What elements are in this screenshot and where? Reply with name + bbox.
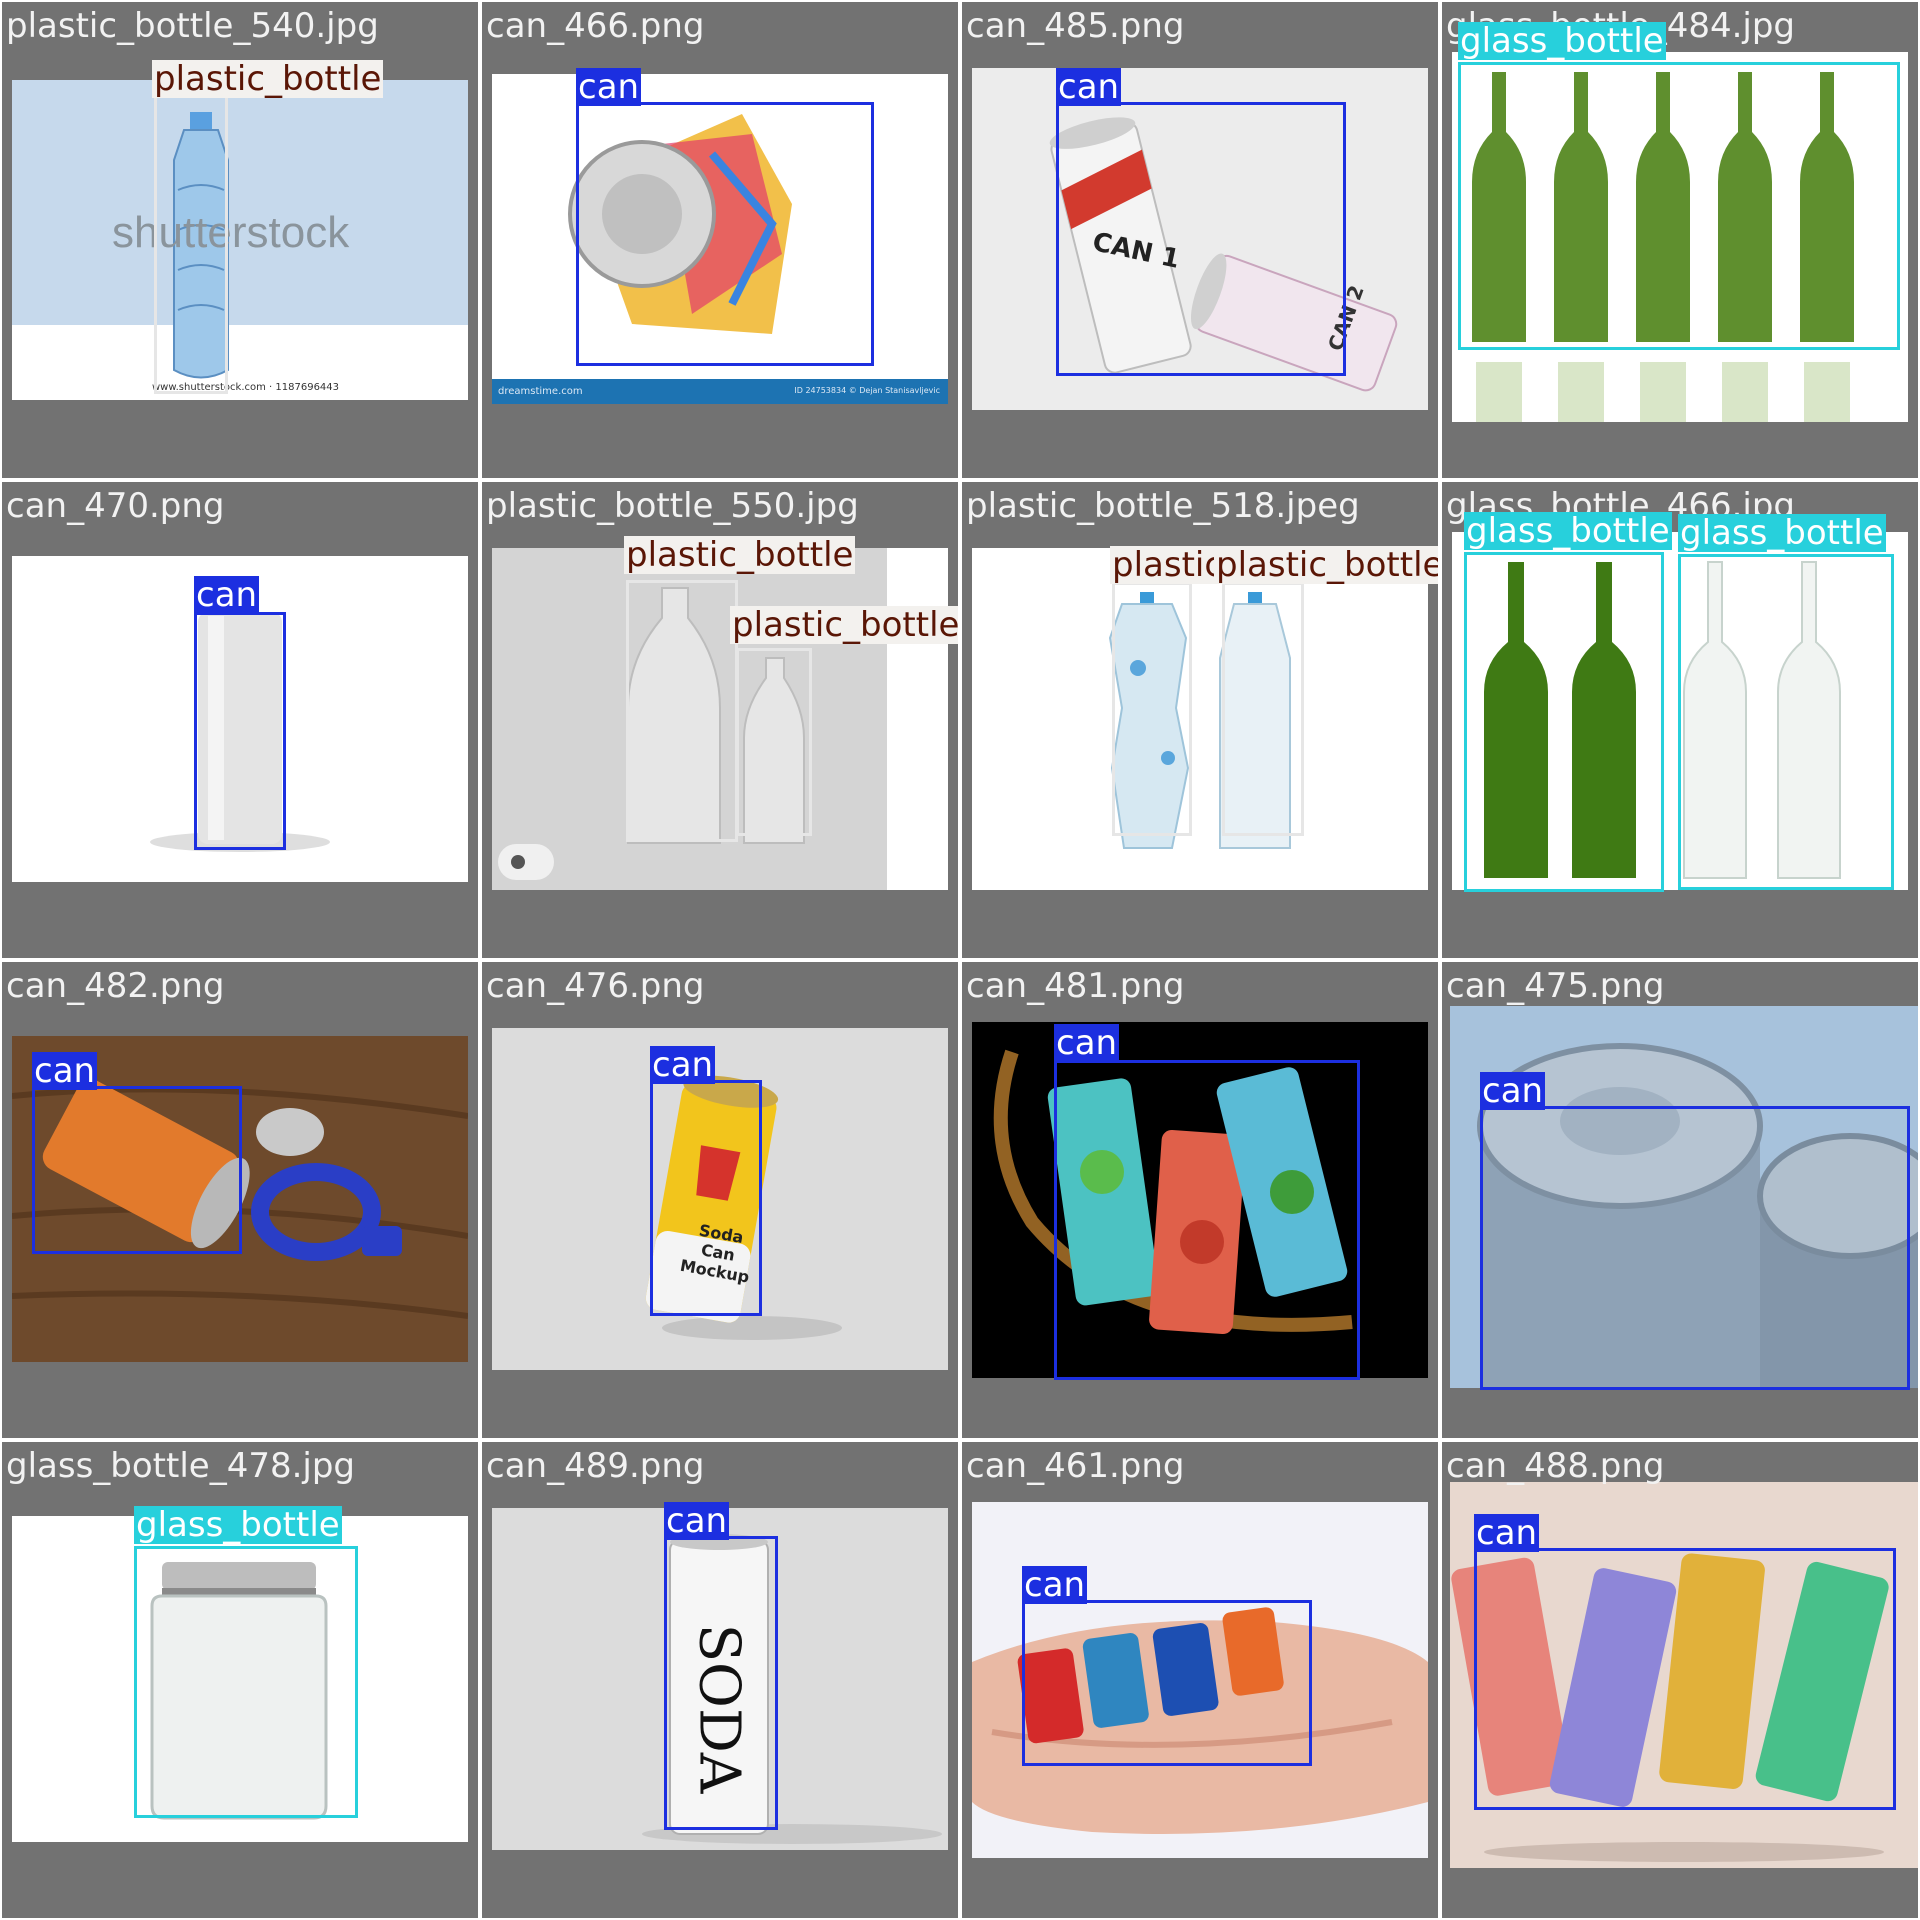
- footer-left: dreamstime.com: [498, 386, 583, 397]
- tile-can-461: can_461.png can: [962, 1442, 1438, 1918]
- tile-filename: glass_bottle_478.jpg: [6, 1446, 356, 1486]
- bbox-can: [650, 1080, 762, 1316]
- tile-filename: plastic_bottle_518.jpeg: [966, 486, 1360, 526]
- bbox-plastic-bottle: [626, 580, 738, 842]
- tile-plastic-bottle-518: plastic_bottle_518.jpeg plastic plastic_…: [962, 482, 1438, 958]
- tile-filename: can_489.png: [486, 1446, 705, 1486]
- bbox-label: can: [32, 1051, 98, 1091]
- footer-right: ID 24753834 © Dejan Stanisavljevic: [794, 386, 940, 395]
- tile-filename: can_470.png: [6, 486, 225, 526]
- tile-photo: shutterstock www.shutterstock.com · 1187…: [12, 80, 468, 400]
- tile-can-481: can_481.png can: [962, 962, 1438, 1438]
- bbox-label: can: [194, 575, 260, 615]
- tile-can-476: can_476.png Soda Can Mockup can: [482, 962, 958, 1438]
- bbox-glass-bottle: [134, 1546, 358, 1818]
- tile-filename: can_481.png: [966, 966, 1185, 1006]
- bbox-label: can: [576, 67, 642, 107]
- tile-photo: [972, 548, 1428, 890]
- bbox-can: [1022, 1600, 1312, 1766]
- bbox-plastic-bottle: [736, 648, 812, 836]
- tile-can-489: can_489.png SODA can: [482, 1442, 958, 1918]
- bbox-label: can: [1474, 1513, 1540, 1553]
- tile-filename: can_476.png: [486, 966, 705, 1006]
- bbox-label: plastic_bottle: [1214, 546, 1438, 584]
- tile-filename: can_485.png: [966, 6, 1185, 46]
- tile-can-482: can_482.png can: [2, 962, 478, 1438]
- bbox-label: plastic_bottle: [624, 535, 856, 575]
- tile-filename: can_466.png: [486, 6, 705, 46]
- tile-can-488: can_488.png can: [1442, 1442, 1918, 1918]
- bbox-label: can: [1054, 1023, 1120, 1063]
- tile-filename: plastic_bottle_540.jpg: [6, 6, 379, 46]
- tile-can-466: can_466.png dreamstime.com ID 24753834 ©…: [482, 2, 958, 478]
- bbox-label: plastic_bottle: [152, 59, 384, 99]
- tile-glass-bottle-484: glass_bottle_484.jpg glass_bottle: [1442, 2, 1918, 478]
- bbox-plastic-bottle: [1112, 582, 1192, 836]
- bbox-label: glass_bottle: [1458, 21, 1666, 61]
- bbox-can: [1474, 1548, 1896, 1810]
- bbox-can: [1054, 1060, 1360, 1380]
- bbox-can: [32, 1086, 242, 1254]
- crushed-bottles-photo: [1108, 592, 1291, 849]
- tile-filename: can_488.png: [1446, 1446, 1665, 1486]
- bbox-can: [1056, 102, 1346, 376]
- bbox-can: [194, 612, 286, 850]
- bbox-can: [664, 1536, 778, 1830]
- tile-can-470: can_470.png can: [2, 482, 478, 958]
- bbox-label: glass_bottle: [134, 1505, 342, 1545]
- bbox-glass-bottle: [1678, 554, 1894, 890]
- bbox-can: [576, 102, 874, 366]
- bbox-label: plastic: [1110, 545, 1226, 585]
- bbox-can: [1480, 1106, 1910, 1390]
- bbox-label: plastic_bottle: [730, 606, 958, 644]
- bbox-label: can: [650, 1045, 716, 1085]
- tile-filename: plastic_bottle_550.jpg: [486, 486, 859, 526]
- bbox-label: can: [1056, 67, 1122, 107]
- bbox-label: glass_bottle: [1678, 513, 1886, 553]
- tile-plastic-bottle-550: plastic_bottle_550.jpg plastic_bottle pl…: [482, 482, 958, 958]
- bbox-label: glass_bottle: [1464, 511, 1672, 551]
- bbox-glass-bottle: [1464, 552, 1664, 892]
- bbox-plastic-bottle: [154, 84, 228, 394]
- bbox-label: can: [1022, 1565, 1088, 1605]
- detection-grid: plastic_bottle_540.jpg shutterstock www.…: [0, 0, 1920, 1920]
- tile-can-475: can_475.png can: [1442, 962, 1918, 1438]
- bbox-label: can: [1480, 1071, 1546, 1111]
- bbox-plastic-bottle: [1222, 582, 1304, 836]
- tile-glass-bottle-478: glass_bottle_478.jpg glass_bottle: [2, 1442, 478, 1918]
- tile-filename: can_461.png: [966, 1446, 1185, 1486]
- watermark-text: shutterstock: [112, 208, 350, 257]
- bbox-glass-bottle: [1458, 62, 1900, 350]
- tile-plastic-bottle-540: plastic_bottle_540.jpg shutterstock www.…: [2, 2, 478, 478]
- tile-can-485: can_485.png CAN 1 CAN 2 can: [962, 2, 1438, 478]
- tile-glass-bottle-466: glass_bottle_466.jpg glass_bottle glass_…: [1442, 482, 1918, 958]
- bbox-label: can: [664, 1501, 730, 1541]
- tile-filename: can_482.png: [6, 966, 225, 1006]
- tile-filename: can_475.png: [1446, 966, 1665, 1006]
